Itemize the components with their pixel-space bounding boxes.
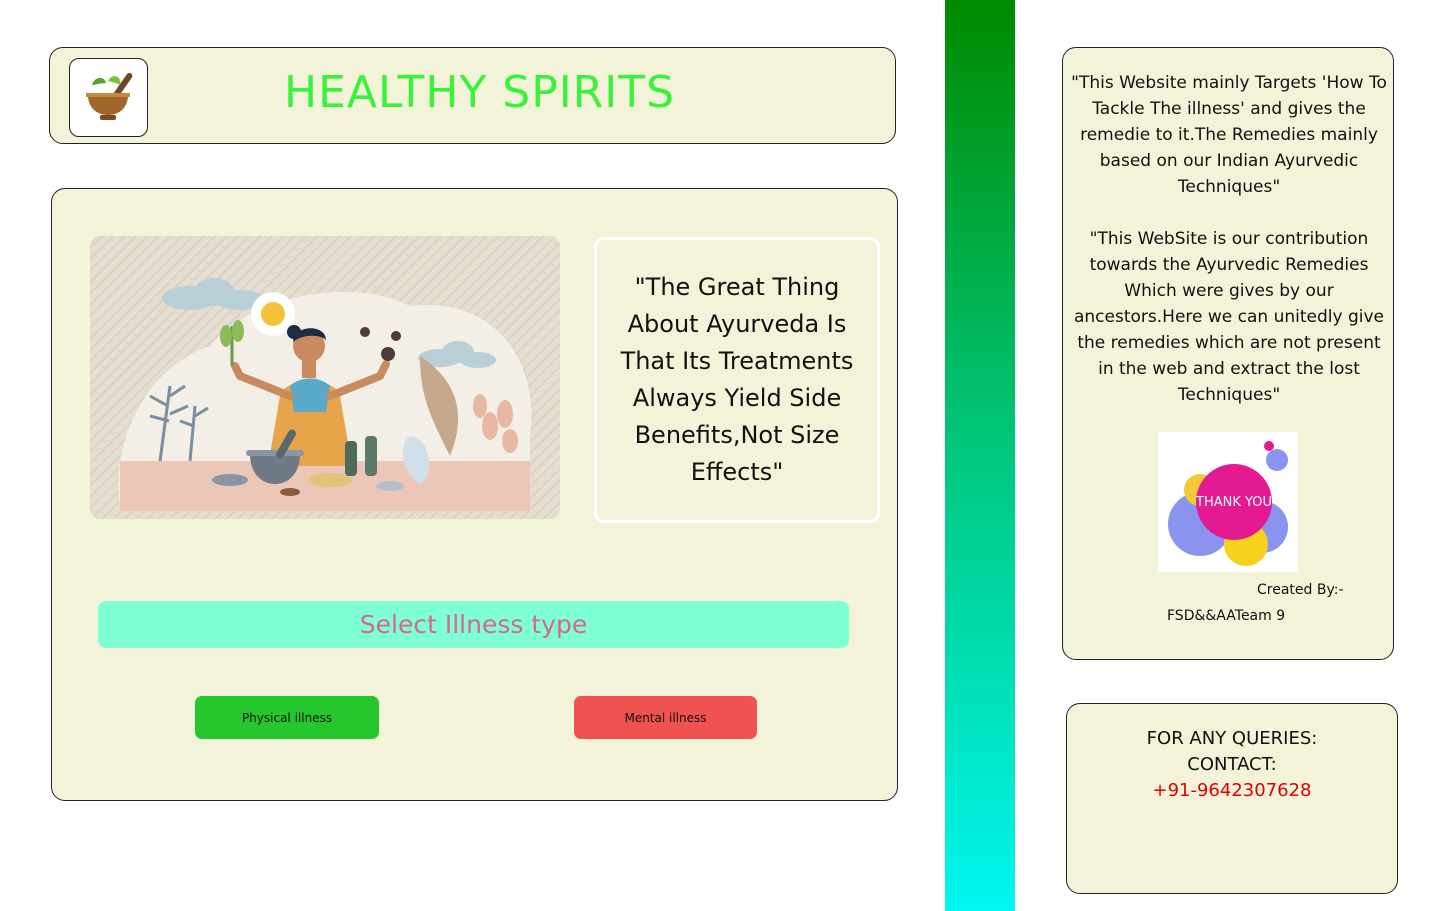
hero-illustration (90, 236, 560, 519)
main-card: "The Great Thing About Ayurveda Is That … (51, 188, 898, 801)
logo[interactable] (69, 58, 148, 137)
thank-you-label: THANK YOU (1195, 495, 1272, 510)
team-name: FSD&&AATeam 9 (1167, 608, 1286, 624)
contact-panel: FOR ANY QUERIES: CONTACT: +91-9642307628 (1066, 703, 1398, 894)
ayurveda-quote: "The Great Thing About Ayurveda Is That … (620, 273, 854, 486)
mortar-pestle-herb-icon (86, 72, 133, 120)
contact-label: CONTACT: (1187, 754, 1277, 775)
quote-box: "The Great Thing About Ayurveda Is That … (594, 237, 880, 523)
physical-illness-button[interactable]: Physical illness (195, 696, 379, 739)
about-paragraph-1: "This Website mainly Targets 'How To Tac… (1071, 73, 1387, 197)
about-panel: "This Website mainly Targets 'How To Tac… (1062, 47, 1394, 660)
site-title: HEALTHY SPIRITS (284, 67, 676, 118)
about-paragraph-2: "This WebSite is our contribution toward… (1073, 229, 1384, 405)
thank-you-image: THANK YOU (1158, 432, 1298, 572)
header: HEALTHY SPIRITS (49, 47, 896, 144)
select-illness-heading: Select Illness type (98, 601, 849, 648)
created-by-label: Created By:- (1257, 582, 1344, 598)
gradient-divider (945, 0, 1015, 911)
mental-illness-button[interactable]: Mental illness (574, 696, 757, 739)
contact-phone[interactable]: +91-9642307628 (1067, 778, 1397, 804)
queries-label: FOR ANY QUERIES: (1146, 728, 1318, 749)
